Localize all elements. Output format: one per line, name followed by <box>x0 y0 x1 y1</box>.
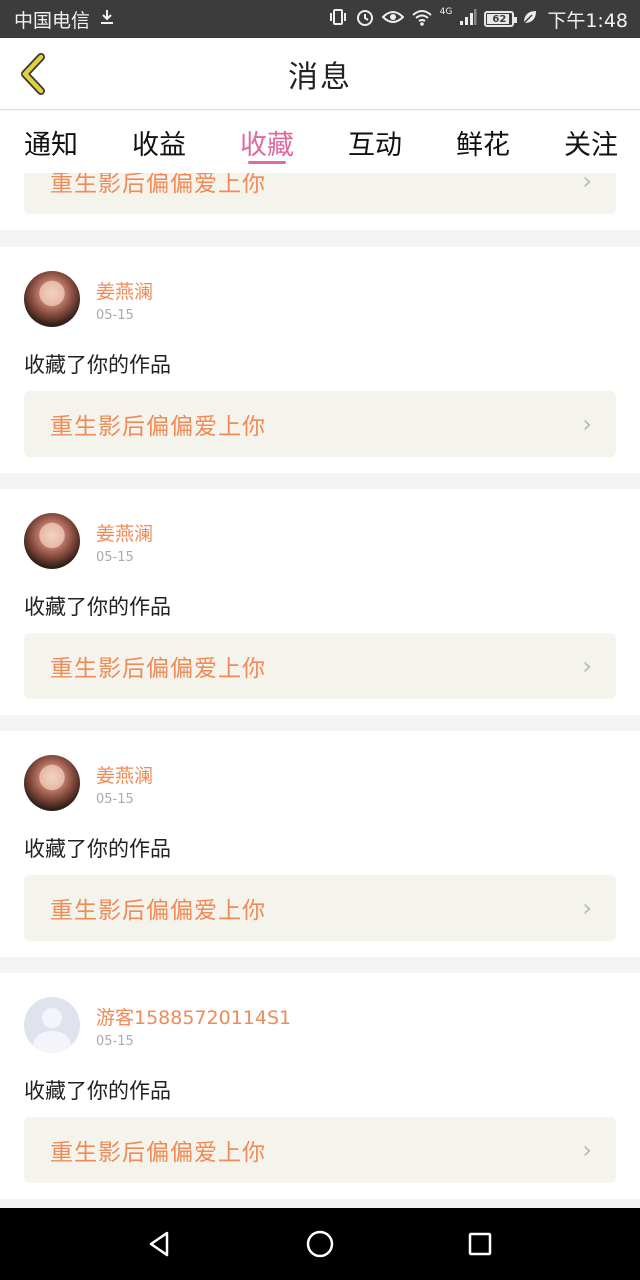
default-avatar-icon[interactable] <box>24 997 80 1053</box>
chevron-right-icon: › <box>582 410 592 438</box>
network-type: 4G <box>439 6 453 17</box>
active-tab-indicator <box>248 161 286 164</box>
activity-text: 收藏了你的作品 <box>24 353 171 377</box>
tab-label: 通知 <box>24 130 78 161</box>
status-left: 中国电信 <box>14 6 116 33</box>
tab-label: 鲜花 <box>456 130 510 161</box>
post-date: 05-15 <box>96 550 134 565</box>
alarm-icon <box>355 7 375 32</box>
activity-text: 收藏了你的作品 <box>24 595 171 619</box>
clock: 下午1:48 <box>547 9 628 32</box>
back-arrow-icon <box>21 53 45 95</box>
tab-label: 互动 <box>348 130 402 161</box>
work-title: 重生影后偏偏爱上你 <box>50 898 266 924</box>
work-link[interactable]: 重生影后偏偏爱上你 › <box>24 173 616 214</box>
avatar[interactable] <box>24 755 80 811</box>
app-header: 消息 <box>0 38 640 110</box>
user-name[interactable]: 游客15885720114S1 <box>96 1003 291 1030</box>
leaf-icon <box>521 8 539 31</box>
status-bar: 中国电信 4G 62 下午1:48 <box>0 0 640 38</box>
status-right: 4G 62 下午1:48 <box>328 6 628 33</box>
tab-label: 收益 <box>132 130 186 161</box>
user-name[interactable]: 姜燕澜 <box>96 761 153 788</box>
recents-nav-button[interactable] <box>450 1214 510 1274</box>
chevron-right-icon: › <box>582 1136 592 1164</box>
tab-favorites[interactable]: 收藏 <box>240 111 294 173</box>
triangle-back-icon <box>149 1231 169 1257</box>
tab-label: 收藏 <box>240 130 294 161</box>
post-date: 05-15 <box>96 1034 134 1049</box>
activity-text: 收藏了你的作品 <box>24 1079 171 1103</box>
work-title: 重生影后偏偏爱上你 <box>50 173 266 197</box>
tab-earnings[interactable]: 收益 <box>132 111 186 173</box>
back-button[interactable] <box>10 50 54 98</box>
work-link[interactable]: 重生影后偏偏爱上你 › <box>24 391 616 457</box>
vibrate-icon <box>328 8 348 31</box>
carrier-name: 中国电信 <box>14 9 91 32</box>
work-link[interactable]: 重生影后偏偏爱上你 › <box>24 633 616 699</box>
post-date: 05-15 <box>96 308 134 323</box>
avatar[interactable] <box>24 271 80 327</box>
user-name[interactable]: 姜燕澜 <box>96 277 153 304</box>
activity-text: 收藏了你的作品 <box>24 837 171 861</box>
status-icons: 4G 62 <box>328 7 540 32</box>
circle-home-icon <box>306 1230 334 1258</box>
wifi-icon <box>411 8 433 31</box>
tab-interactions[interactable]: 互动 <box>348 111 402 173</box>
chevron-right-icon: › <box>582 173 592 195</box>
back-nav-button[interactable] <box>130 1214 190 1274</box>
notification-card: 姜燕澜 05-15 收藏了你的作品 重生影后偏偏爱上你 › <box>0 247 640 473</box>
notification-card: 重生影后偏偏爱上你 › <box>0 173 640 230</box>
work-title: 重生影后偏偏爱上你 <box>50 414 266 440</box>
home-nav-button[interactable] <box>290 1214 350 1274</box>
signal-icon <box>459 8 477 31</box>
notification-list[interactable]: 重生影后偏偏爱上你 › 姜燕澜 05-15 收藏了你的作品 重生影后偏偏爱上你 … <box>0 173 640 1208</box>
work-link[interactable]: 重生影后偏偏爱上你 › <box>24 1117 616 1183</box>
notification-card: 姜燕澜 05-15 收藏了你的作品 重生影后偏偏爱上你 › <box>0 731 640 957</box>
chevron-right-icon: › <box>582 894 592 922</box>
tab-notifications[interactable]: 通知 <box>24 111 78 173</box>
post-date: 05-15 <box>96 792 134 807</box>
tab-following[interactable]: 关注 <box>564 111 618 173</box>
download-icon <box>98 8 116 31</box>
work-title: 重生影后偏偏爱上你 <box>50 656 266 682</box>
page-title: 消息 <box>288 59 352 95</box>
work-title: 重生影后偏偏爱上你 <box>50 1140 266 1166</box>
notification-card: 游客15885720114S1 05-15 收藏了你的作品 重生影后偏偏爱上你 … <box>0 973 640 1199</box>
eye-icon <box>381 9 405 30</box>
chevron-right-icon: › <box>582 652 592 680</box>
tab-label: 关注 <box>564 130 618 161</box>
avatar[interactable] <box>24 513 80 569</box>
tab-bar: 通知 收益 收藏 互动 鲜花 关注 <box>0 111 640 173</box>
work-link[interactable]: 重生影后偏偏爱上你 › <box>24 875 616 941</box>
navigation-bar <box>0 1208 640 1280</box>
battery-level: 62 <box>492 13 507 25</box>
tab-flowers[interactable]: 鲜花 <box>456 111 510 173</box>
square-recents-icon <box>468 1232 492 1256</box>
battery-icon: 62 <box>484 11 518 27</box>
notification-card: 姜燕澜 05-15 收藏了你的作品 重生影后偏偏爱上你 › <box>0 489 640 715</box>
user-name[interactable]: 姜燕澜 <box>96 519 153 546</box>
